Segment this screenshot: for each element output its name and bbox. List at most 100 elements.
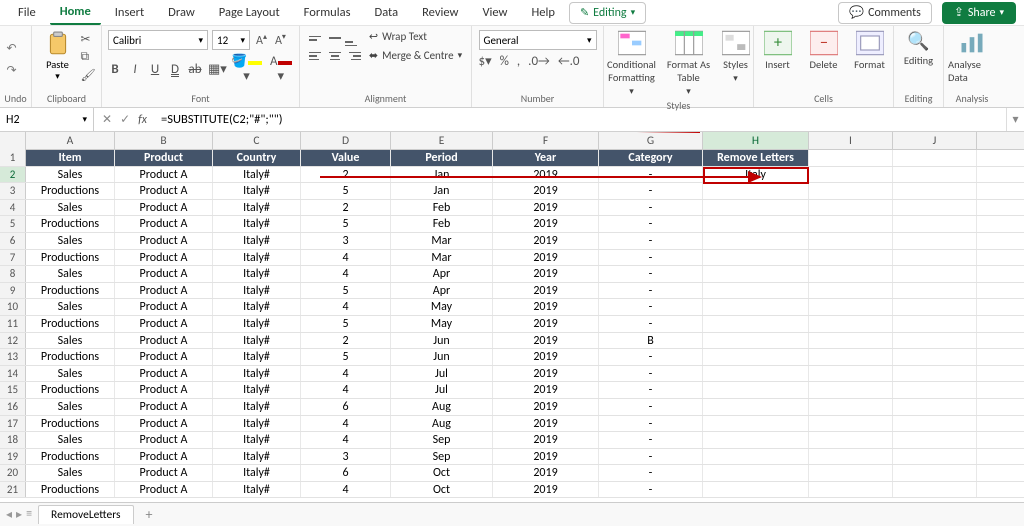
align-center-icon[interactable] bbox=[327, 48, 343, 64]
cell[interactable]: Product A bbox=[115, 449, 213, 465]
paste-button[interactable]: Paste ▾ bbox=[39, 30, 77, 82]
col-header-d[interactable]: D bbox=[301, 132, 391, 149]
cell[interactable] bbox=[809, 333, 893, 349]
cell[interactable] bbox=[809, 250, 893, 266]
cell[interactable]: Product A bbox=[115, 167, 213, 183]
cell[interactable]: - bbox=[599, 233, 703, 249]
cell[interactable]: Italy# bbox=[213, 266, 301, 282]
cell[interactable]: Italy# bbox=[213, 283, 301, 299]
cell[interactable] bbox=[809, 482, 893, 498]
cell[interactable]: Productions bbox=[26, 449, 115, 465]
cell[interactable]: Italy# bbox=[213, 432, 301, 448]
cell[interactable]: Italy# bbox=[213, 465, 301, 481]
sheet-tab[interactable]: RemoveLetters bbox=[38, 505, 133, 524]
cell[interactable]: 2019 bbox=[493, 482, 599, 498]
row-number[interactable]: 9 bbox=[0, 283, 26, 299]
tab-draw[interactable]: Draw bbox=[158, 1, 205, 24]
cell[interactable]: - bbox=[599, 299, 703, 315]
cell[interactable]: Sales bbox=[26, 399, 115, 415]
col-header-b[interactable]: B bbox=[115, 132, 213, 149]
accounting-format-button[interactable]: $▾ bbox=[479, 54, 492, 69]
cell[interactable] bbox=[809, 266, 893, 282]
cell[interactable] bbox=[893, 416, 977, 432]
cell[interactable]: Aug bbox=[391, 399, 493, 415]
cell[interactable] bbox=[809, 299, 893, 315]
cell[interactable]: Jan bbox=[391, 167, 493, 183]
cell[interactable]: 3 bbox=[301, 449, 391, 465]
row-number[interactable]: 15 bbox=[0, 382, 26, 398]
col-header-a[interactable]: A bbox=[26, 132, 115, 149]
cell[interactable]: Italy# bbox=[213, 399, 301, 415]
cell[interactable]: Italy# bbox=[213, 482, 301, 498]
cell[interactable]: 4 bbox=[301, 366, 391, 382]
cell[interactable]: Sales bbox=[26, 299, 115, 315]
cell[interactable]: Sales bbox=[26, 266, 115, 282]
format-as-table-button[interactable]: Format As Table▾ bbox=[664, 30, 714, 97]
wrap-text-button[interactable]: ↩Wrap Text bbox=[369, 30, 462, 43]
cell[interactable]: 2019 bbox=[493, 416, 599, 432]
cell[interactable] bbox=[893, 382, 977, 398]
cell[interactable]: - bbox=[599, 216, 703, 232]
cell[interactable]: Sales bbox=[26, 432, 115, 448]
cell[interactable] bbox=[703, 382, 809, 398]
cell[interactable] bbox=[703, 216, 809, 232]
tab-formulas[interactable]: Formulas bbox=[294, 1, 361, 24]
grow-font-icon[interactable]: A▴ bbox=[254, 32, 269, 48]
cell[interactable] bbox=[809, 216, 893, 232]
cell[interactable]: - bbox=[599, 482, 703, 498]
cell[interactable]: Feb bbox=[391, 216, 493, 232]
cell[interactable] bbox=[893, 266, 977, 282]
enter-icon[interactable]: ✓ bbox=[120, 112, 130, 127]
col-header-i[interactable]: I bbox=[809, 132, 893, 149]
sheet-prev-icon[interactable]: ◂ bbox=[6, 507, 12, 522]
cell[interactable]: - bbox=[599, 316, 703, 332]
cell[interactable]: - bbox=[599, 416, 703, 432]
cell[interactable]: - bbox=[599, 465, 703, 481]
cell[interactable]: Product A bbox=[115, 216, 213, 232]
tab-review[interactable]: Review bbox=[412, 1, 468, 24]
cell[interactable]: Italy# bbox=[213, 299, 301, 315]
cell[interactable]: Productions bbox=[26, 216, 115, 232]
cell[interactable]: Mar bbox=[391, 233, 493, 249]
row-number[interactable]: 12 bbox=[0, 333, 26, 349]
cell[interactable]: 2019 bbox=[493, 432, 599, 448]
cut-icon[interactable]: ✂ bbox=[81, 32, 95, 46]
cell[interactable] bbox=[703, 333, 809, 349]
undo-icon[interactable]: ↶ bbox=[7, 41, 25, 57]
cell[interactable] bbox=[893, 399, 977, 415]
cell[interactable] bbox=[703, 416, 809, 432]
cell[interactable]: Apr bbox=[391, 266, 493, 282]
header-cell[interactable]: Category bbox=[599, 150, 703, 166]
cell[interactable]: 2019 bbox=[493, 266, 599, 282]
cell[interactable]: 2019 bbox=[493, 233, 599, 249]
cell[interactable]: Italy# bbox=[213, 349, 301, 365]
cell[interactable]: 2019 bbox=[493, 349, 599, 365]
cell[interactable]: Product A bbox=[115, 432, 213, 448]
cell[interactable]: Sales bbox=[26, 333, 115, 349]
double-underline-button[interactable]: D bbox=[168, 62, 182, 77]
formula-input[interactable]: =SUBSTITUTE(C2;"#";"") bbox=[155, 112, 1006, 127]
cell[interactable]: Product A bbox=[115, 382, 213, 398]
cell[interactable]: - bbox=[599, 399, 703, 415]
cell[interactable]: Italy# bbox=[213, 183, 301, 199]
align-middle-icon[interactable] bbox=[327, 30, 343, 46]
cell[interactable]: Product A bbox=[115, 283, 213, 299]
cell[interactable]: - bbox=[599, 183, 703, 199]
italic-button[interactable]: I bbox=[128, 62, 142, 77]
font-name-select[interactable]: Calibri▾ bbox=[108, 30, 208, 50]
header-cell[interactable]: Value bbox=[301, 150, 391, 166]
cell[interactable] bbox=[893, 250, 977, 266]
row-number[interactable]: 16 bbox=[0, 399, 26, 415]
cell[interactable]: Sep bbox=[391, 432, 493, 448]
cell[interactable]: Jul bbox=[391, 382, 493, 398]
cell[interactable]: Product A bbox=[115, 399, 213, 415]
cell[interactable]: - bbox=[599, 200, 703, 216]
cell[interactable] bbox=[809, 416, 893, 432]
header-cell[interactable]: Country bbox=[213, 150, 301, 166]
cell[interactable]: Italy bbox=[703, 167, 809, 183]
cell[interactable] bbox=[703, 465, 809, 481]
merge-center-button[interactable]: ⬌Merge & Centre▾ bbox=[369, 49, 462, 62]
add-sheet-button[interactable]: + bbox=[140, 506, 159, 523]
cell[interactable]: May bbox=[391, 299, 493, 315]
tab-help[interactable]: Help bbox=[522, 1, 565, 24]
